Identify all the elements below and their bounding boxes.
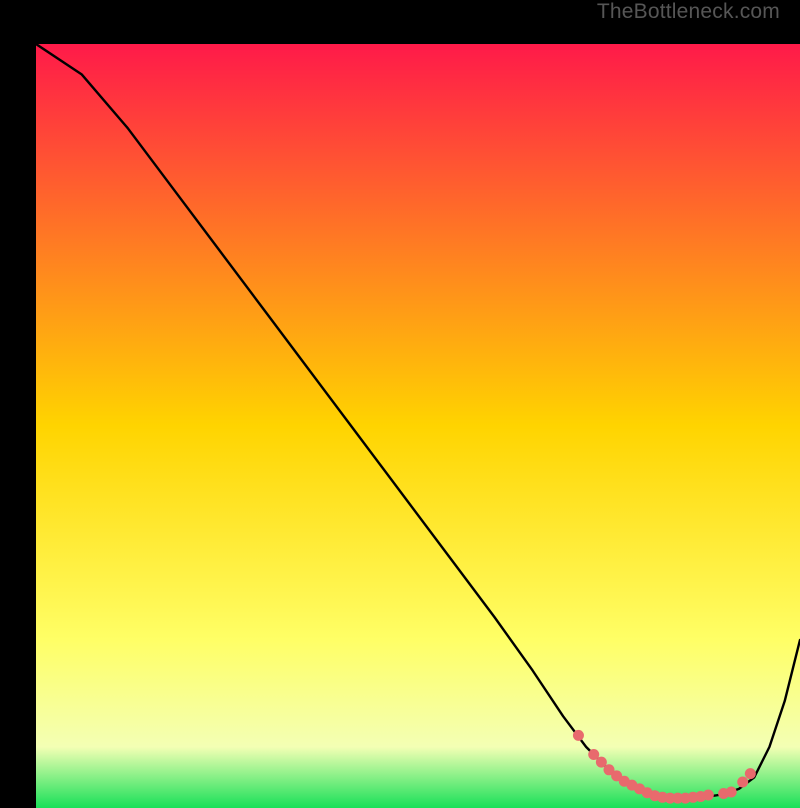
- data-marker: [737, 777, 748, 788]
- watermark-text: TheBottleneck.com: [597, 0, 780, 24]
- data-marker: [573, 730, 584, 741]
- data-marker: [745, 768, 756, 779]
- chart-frame: [18, 22, 782, 786]
- data-marker: [703, 790, 714, 801]
- data-marker: [726, 786, 737, 797]
- bottleneck-chart: [36, 44, 800, 808]
